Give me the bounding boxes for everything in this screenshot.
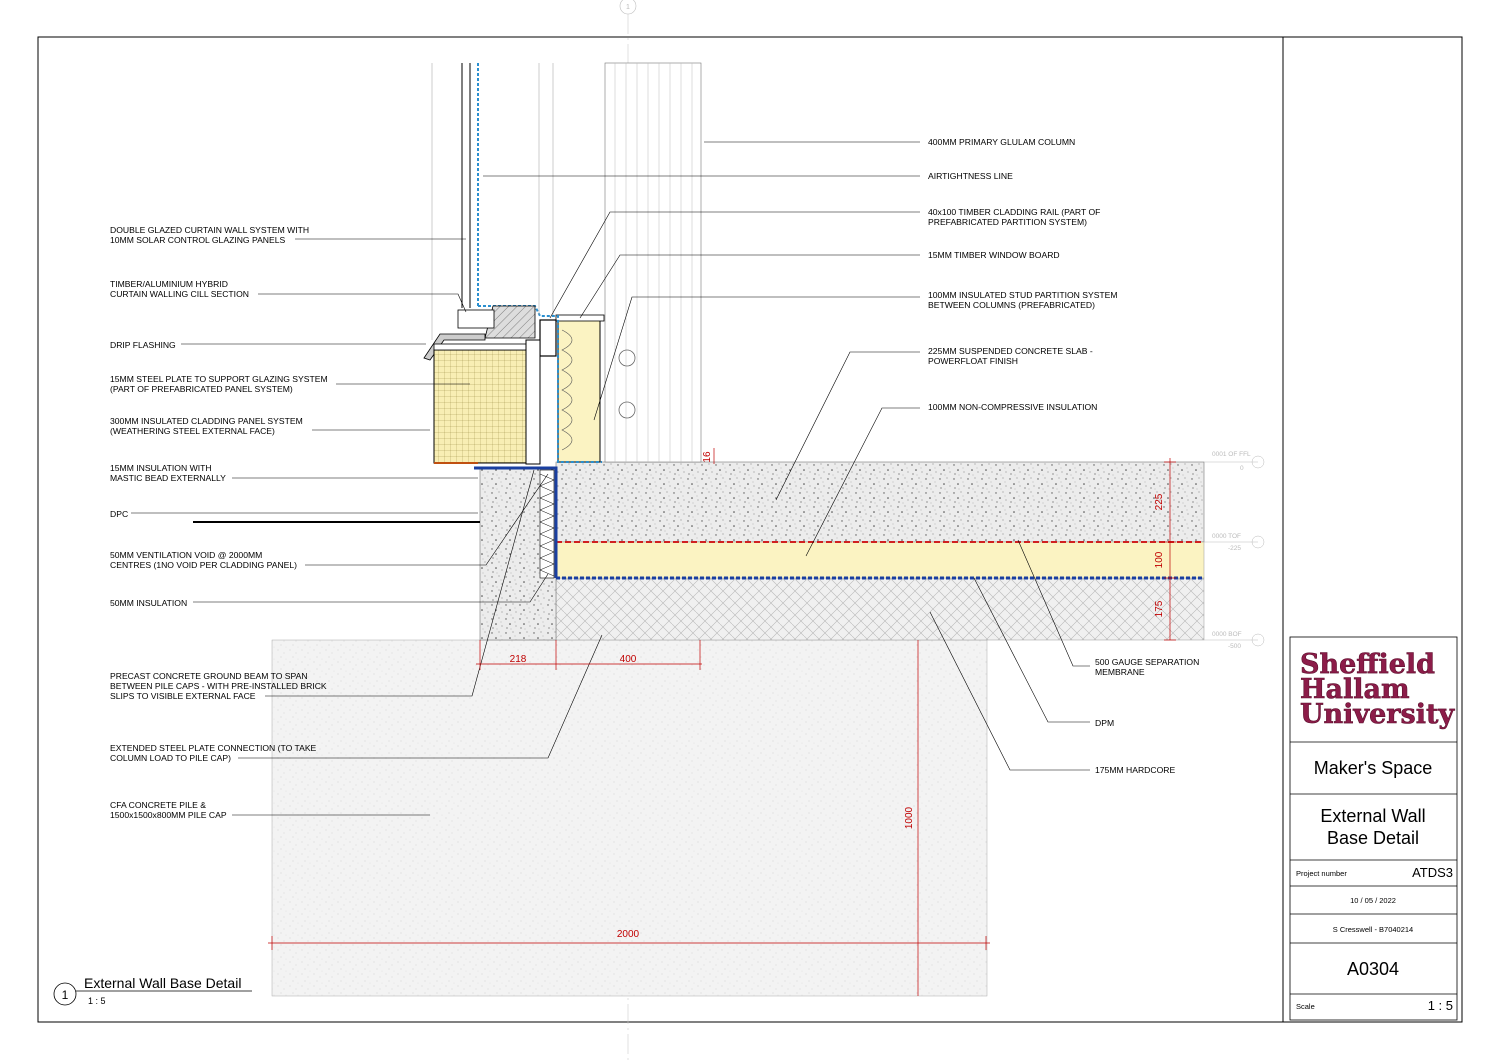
dim-100: 100	[1154, 551, 1165, 568]
sheet-title-line1: External Wall	[1320, 806, 1425, 826]
label-cladding-rail-l2: PREFABRICATED PARTITION SYSTEM)	[928, 217, 1087, 227]
label-15mm-insulation-l1: 15MM INSULATION WITH	[110, 463, 212, 473]
cladding-edge	[525, 339, 541, 465]
issue-date: 10 / 05 / 2022	[1350, 896, 1396, 905]
level-tof-name: 0000 TOF	[1212, 533, 1241, 540]
concrete-slab	[555, 461, 1205, 543]
grid-marker-label: 1	[626, 4, 630, 11]
hardcore-layer	[555, 577, 1205, 641]
level-bof-value: -500	[1228, 643, 1241, 650]
dim-175: 175	[1154, 600, 1165, 617]
label-cladding-panel-l2: (WEATHERING STEEL EXTERNAL FACE)	[110, 426, 275, 436]
label-cill-l1: TIMBER/ALUMINIUM HYBRID	[110, 279, 228, 289]
label-concrete-slab-l1: 225MM SUSPENDED CONCRETE SLAB -	[928, 346, 1093, 356]
label-cladding-panel-l1: 300MM INSULATED CLADDING PANEL SYSTEM	[110, 416, 303, 426]
scale-label: Scale	[1296, 1002, 1315, 1011]
drawing-sheet: 1 218 400 16 225 100 175 1000 2000 0001 …	[37, 0, 1463, 1060]
dim-218: 218	[510, 654, 527, 665]
glulam-column	[604, 62, 702, 463]
dim-16: 16	[702, 451, 713, 463]
label-ground-beam-l2: BETWEEN PILE CAPS - WITH PRE-INSTALLED B…	[110, 681, 327, 691]
label-curtain-wall-l1: DOUBLE GLAZED CURTAIN WALL SYSTEM WITH	[110, 225, 309, 235]
svg-text:DPM: DPM	[1095, 718, 1114, 728]
view-title: External Wall Base Detail	[84, 975, 241, 991]
svg-text:DPC: DPC	[110, 509, 128, 519]
cladding-panel	[433, 349, 527, 464]
svg-text:50MM INSULATION: 50MM INSULATION	[110, 598, 187, 608]
label-steel-plate-connection-l2: COLUMN LOAD TO PILE CAP)	[110, 753, 231, 763]
svg-text:AIRTIGHTNESS LINE: AIRTIGHTNESS LINE	[928, 171, 1013, 181]
label-airtightness: AIRTIGHTNESS LINE	[928, 171, 1013, 181]
svg-text:CFA CONCRETE PILE &1500x1500x8: CFA CONCRETE PILE & 1500x1500x800MM PILE …	[110, 800, 227, 820]
label-separation-membrane-l2: MEMBRANE	[1095, 667, 1145, 677]
svg-text:100MM NON-COMPRESSIVE INSULATI: 100MM NON-COMPRESSIVE INSULATION	[928, 402, 1097, 412]
label-steel-plate-connection-l1: EXTENDED STEEL PLATE CONNECTION (TO TAKE	[110, 743, 317, 753]
cill-profile	[457, 309, 495, 329]
dim-2000: 2000	[617, 929, 640, 940]
project-number: ATDS3	[1412, 865, 1453, 880]
label-glulam-column: 400MM PRIMARY GLULAM COLUMN	[928, 137, 1075, 147]
label-stud-partition-l2: BETWEEN COLUMNS (PREFABRICATED)	[928, 300, 1095, 310]
level-tof-value: -225	[1228, 545, 1241, 552]
label-steel-plate-l2: (PART OF PREFABRICATED PANEL SYSTEM)	[110, 384, 293, 394]
label-ventilation-l1: 50MM VENTILATION VOID @ 2000MM	[110, 550, 262, 560]
level-ffl-name: 0001 OF FFL	[1212, 451, 1251, 458]
svg-text:15MM INSULATION WITHMASTIC BEA: 15MM INSULATION WITH MASTIC BEAD EXTERNAL…	[110, 463, 226, 483]
svg-text:225MM SUSPENDED CONCRETE SLAB: 225MM SUSPENDED CONCRETE SLAB -POWERFLOA…	[928, 346, 1093, 366]
label-ventilation-l2: CENTRES (1NO VOID PER CLADDING PANEL)	[110, 560, 297, 570]
university-logo-line3: University	[1300, 699, 1455, 730]
dim-400: 400	[620, 654, 637, 665]
label-non-compressive-insulation: 100MM NON-COMPRESSIVE INSULATION	[928, 402, 1097, 412]
label-dpm: DPM	[1095, 718, 1114, 728]
project-name: Maker's Space	[1314, 758, 1433, 778]
svg-text:DOUBLE GLAZED CURTAIN WALL SYS: DOUBLE GLAZED CURTAIN WALL SYSTEM WITH 10…	[110, 225, 309, 245]
cladding-rail	[539, 319, 557, 357]
pile-cap	[271, 639, 988, 997]
label-steel-plate-l1: 15MM STEEL PLATE TO SUPPORT GLAZING SYST…	[110, 374, 328, 384]
author: S Cresswell - B7040214	[1333, 925, 1413, 934]
sheet-title-line2: Base Detail	[1327, 828, 1419, 848]
label-50mm-insulation: 50MM INSULATION	[110, 598, 187, 608]
level-ffl-value: 0	[1240, 465, 1244, 472]
label-pile-l1: CFA CONCRETE PILE &	[110, 800, 206, 810]
label-concrete-slab-l2: POWERFLOAT FINISH	[928, 356, 1018, 366]
svg-text:50MM VENTILATION VOID @ 2000MM: 50MM VENTILATION VOID @ 2000MM CENTRES (1…	[110, 550, 297, 570]
svg-text:15MM STEEL PLATE TO SUPPORT GL: 15MM STEEL PLATE TO SUPPORT GLAZING SYST…	[110, 374, 328, 394]
steel-plate	[433, 343, 539, 351]
dim-1000: 1000	[904, 806, 915, 829]
view-scale: 1 : 5	[88, 996, 106, 1006]
label-stud-partition-l1: 100MM INSULATED STUD PARTITION SYSTEM	[928, 290, 1118, 300]
svg-text:15MM TIMBER WINDOW BOARD: 15MM TIMBER WINDOW BOARD	[928, 250, 1060, 260]
level-bof-name: 0000 BOF	[1212, 631, 1242, 638]
dim-225: 225	[1154, 493, 1165, 510]
sheet-number: A0304	[1347, 959, 1399, 979]
svg-text:DRIP FLASHING: DRIP FLASHING	[110, 340, 176, 350]
edge-insulation	[539, 469, 555, 579]
project-number-label: Project number	[1296, 869, 1347, 878]
label-hardcore: 175MM HARDCORE	[1095, 765, 1175, 775]
label-pile-l2: 1500x1500x800MM PILE CAP	[110, 810, 227, 820]
svg-text:400MM PRIMARY GLULAM COLUMN: 400MM PRIMARY GLULAM COLUMN	[928, 137, 1075, 147]
label-ground-beam-l3: SLIPS TO VISIBLE EXTERNAL FACE	[110, 691, 256, 701]
svg-text:175MM HARDCORE: 175MM HARDCORE	[1095, 765, 1175, 775]
slab-insulation	[555, 541, 1205, 579]
label-cladding-rail-l1: 40x100 TIMBER CLADDING RAIL (PART OF	[928, 207, 1100, 217]
label-dpc: DPC	[110, 509, 128, 519]
label-cill-l2: CURTAIN WALLING CILL SECTION	[110, 289, 249, 299]
label-curtain-wall-l2: 10MM SOLAR CONTROL GLAZING PANELS	[110, 235, 286, 245]
scale-value: 1 : 5	[1428, 998, 1453, 1013]
svg-text:TIMBER/ALUMINIUM HYBRIDCURTAIN: TIMBER/ALUMINIUM HYBRID CURTAIN WALLING C…	[110, 279, 249, 299]
view-number: 1	[62, 988, 69, 1002]
svg-text:500 GAUGE SEPARATIONMEMBRANE: 500 GAUGE SEPARATION MEMBRANE	[1095, 657, 1199, 677]
label-drip-flashing: DRIP FLASHING	[110, 340, 176, 350]
svg-text:300MM INSULATED CLADDING PANEL: 300MM INSULATED CLADDING PANEL SYSTEM (WE…	[110, 416, 303, 436]
svg-text:40x100 TIMBER CLADDING RAIL (P: 40x100 TIMBER CLADDING RAIL (PART OF PREF…	[928, 207, 1100, 227]
svg-text:100MM INSULATED STUD PARTITION: 100MM INSULATED STUD PARTITION SYSTEM BET…	[928, 290, 1118, 310]
label-separation-membrane-l1: 500 GAUGE SEPARATION	[1095, 657, 1199, 667]
label-15mm-insulation-l2: MASTIC BEAD EXTERNALLY	[110, 473, 226, 483]
label-ground-beam-l1: PRECAST CONCRETE GROUND BEAM TO SPAN	[110, 671, 308, 681]
label-window-board: 15MM TIMBER WINDOW BOARD	[928, 250, 1060, 260]
